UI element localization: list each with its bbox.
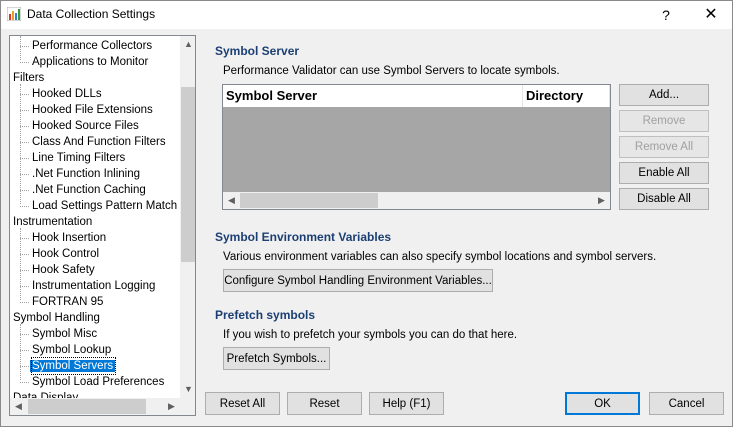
tree-item-label: Symbol Lookup [32, 344, 112, 356]
tree-item-hook-safety[interactable]: Hook Safety [20, 262, 95, 278]
tree-item-label: Class And Function Filters [32, 136, 166, 148]
configure-env-vars-button[interactable]: Configure Symbol Handling Environment Va… [223, 269, 493, 292]
symbol-env-vars-description: Various environment variables can also s… [223, 251, 657, 263]
tree-horizontal-scrollbar[interactable]: ◀ ▶ [10, 398, 180, 415]
tree-item-label: Applications to Monitor [32, 56, 149, 68]
remove-all-servers-button[interactable]: Remove All [619, 136, 709, 158]
tree-horizontal-scroll-thumb[interactable] [28, 399, 146, 414]
tree-item-label: Symbol Handling [13, 312, 100, 324]
column-header-directory[interactable]: Directory [523, 85, 610, 107]
tree-item-hooked-dlls[interactable]: Hooked DLLs [20, 86, 102, 102]
tree-item-label: Hook Safety [32, 264, 95, 276]
tree-item-hook-control[interactable]: Hook Control [19, 246, 100, 262]
tree-item-label: Filters [13, 72, 45, 84]
help-title-button[interactable]: ? [656, 5, 676, 25]
tree-item-label: Hooked DLLs [32, 88, 102, 100]
tree-item-instrumentation[interactable]: Instrumentation [13, 214, 92, 230]
tree-item-net-function-inlining[interactable]: .Net Function Inlining [19, 166, 141, 182]
tree-item-label: Symbol Servers [30, 360, 116, 372]
prefetch-symbols-button[interactable]: Prefetch Symbols... [223, 347, 330, 370]
enable-all-servers-button[interactable]: Enable All [619, 162, 709, 184]
tree-item-symbol-lookup[interactable]: Symbol Lookup [19, 342, 112, 358]
tree-item-label: Performance Collectors [32, 40, 153, 52]
tree-item-data-display[interactable]: Data Display [13, 390, 78, 398]
tree-item-label: Hooked Source Files [32, 120, 139, 132]
tree-item-label: .Net Function Inlining [32, 168, 141, 180]
tree-item-label: FORTRAN 95 [32, 296, 104, 308]
symbol-server-heading: Symbol Server [215, 44, 300, 58]
settings-tree[interactable]: Performance Collectors Applications to Mo… [9, 35, 196, 416]
app-chart-icon [7, 7, 21, 21]
tree-vertical-scroll-thumb[interactable] [181, 87, 195, 262]
data-collection-settings-dialog: Data Collection Settings ? ✕ Performance… [0, 0, 733, 427]
add-server-button[interactable]: Add... [619, 84, 709, 106]
tree-item-label: Hooked File Extensions [32, 104, 153, 116]
tree-item-load-settings-pattern-match[interactable]: Load Settings Pattern Match [19, 198, 178, 214]
scroll-down-icon[interactable]: ▼ [180, 381, 195, 398]
disable-all-servers-button[interactable]: Disable All [619, 188, 709, 210]
tree-connector [20, 84, 21, 204]
cancel-button[interactable]: Cancel [649, 392, 724, 415]
reset-button[interactable]: Reset [287, 392, 362, 415]
prefetch-symbols-heading: Prefetch symbols [215, 308, 316, 322]
scroll-right-icon[interactable]: ▶ [163, 398, 180, 415]
tree-item-fortran-95[interactable]: FORTRAN 95 [19, 294, 104, 310]
scroll-right-icon[interactable]: ▶ [593, 192, 610, 209]
scroll-up-icon[interactable]: ▲ [180, 36, 195, 53]
ok-button[interactable]: OK [565, 392, 640, 415]
tree-item-label: Instrumentation Logging [32, 280, 156, 292]
tree-item-performance-collectors[interactable]: Performance Collectors [19, 38, 153, 54]
tree-item-filters[interactable]: Filters [13, 70, 44, 86]
tree-item-hook-insertion[interactable]: Hook Insertion [19, 230, 107, 246]
list-horizontal-scroll-thumb[interactable] [240, 193, 378, 208]
tree-items-container: Performance Collectors Applications to Mo… [10, 36, 180, 398]
tree-item-symbol-servers[interactable]: Symbol Servers [19, 357, 117, 375]
tree-connector [20, 324, 21, 380]
column-header-symbol-server[interactable]: Symbol Server [223, 85, 523, 107]
help-button[interactable]: Help (F1) [369, 392, 444, 415]
tree-connector [20, 36, 21, 60]
scrollbar-corner [180, 398, 195, 415]
tree-item-applications-to-monitor[interactable]: Applications to Monitor [19, 54, 149, 70]
tree-vertical-scrollbar[interactable]: ▲ ▼ [180, 36, 195, 398]
symbol-server-description: Performance Validator can use Symbol Ser… [223, 65, 560, 77]
tree-item-label: Symbol Load Preferences [32, 376, 165, 388]
tree-item-label: Instrumentation [13, 216, 93, 228]
prefetch-symbols-description: If you wish to prefetch your symbols you… [223, 329, 518, 341]
tree-item-label: Load Settings Pattern Match [32, 200, 178, 212]
remove-server-button[interactable]: Remove [619, 110, 709, 132]
tree-item-label: Hook Insertion [32, 232, 107, 244]
tree-item-symbol-misc[interactable]: Symbol Misc [19, 326, 98, 342]
tree-item-symbol-load-preferences[interactable]: Symbol Load Preferences [19, 374, 165, 390]
tree-item-label: Hook Control [32, 248, 100, 260]
list-horizontal-scrollbar[interactable]: ◀ ▶ [223, 192, 610, 209]
scroll-left-icon[interactable]: ◀ [223, 192, 240, 209]
tree-item-instrumentation-logging[interactable]: Instrumentation Logging [19, 278, 156, 294]
tree-item-symbol-handling[interactable]: Symbol Handling [13, 310, 100, 326]
tree-item-net-function-caching[interactable]: .Net Function Caching [20, 182, 146, 198]
tree-item-class-and-function-filters[interactable]: Class And Function Filters [20, 134, 166, 150]
symbol-server-list-header: Symbol Server Directory [223, 85, 610, 107]
tree-item-label: Line Timing Filters [32, 152, 126, 164]
close-window-button[interactable]: ✕ [701, 5, 721, 25]
tree-item-hooked-source-files[interactable]: Hooked Source Files [20, 118, 139, 134]
scroll-left-icon[interactable]: ◀ [10, 398, 27, 415]
symbol-env-vars-heading: Symbol Environment Variables [215, 230, 392, 244]
symbol-server-list[interactable]: Symbol Server Directory ◀ ▶ [222, 84, 611, 210]
window-title: Data Collection Settings [27, 7, 156, 21]
title-bar: Data Collection Settings ? ✕ [1, 1, 732, 29]
tree-item-line-timing-filters[interactable]: Line Timing Filters [19, 150, 126, 166]
tree-item-label: .Net Function Caching [32, 184, 146, 196]
tree-item-label: Symbol Misc [32, 328, 98, 340]
reset-all-button[interactable]: Reset All [205, 392, 280, 415]
tree-item-hooked-file-extensions[interactable]: Hooked File Extensions [20, 102, 153, 118]
